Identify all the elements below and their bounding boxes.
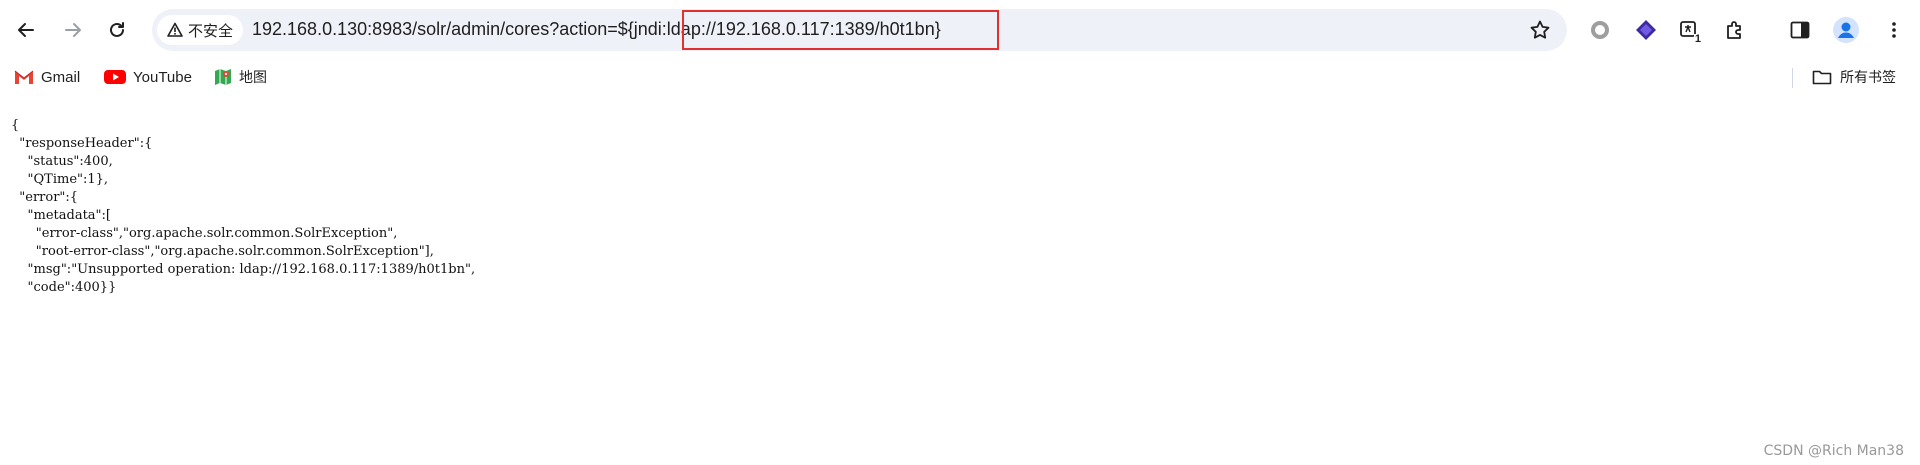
maps-icon bbox=[215, 69, 231, 85]
puzzle-extensions-icon bbox=[1727, 21, 1741, 39]
bookmark-label: YouTube bbox=[133, 68, 192, 86]
url-input[interactable]: 192.168.0.130:8983/solr/admin/cores?acti… bbox=[252, 19, 941, 40]
bookmark-star-icon bbox=[1530, 20, 1550, 39]
browser-menu-button[interactable] bbox=[1878, 14, 1910, 46]
browser-window: 不安全 192.168.0.130:8983/solr/admin/cores?… bbox=[0, 0, 1920, 465]
record-extension-button[interactable] bbox=[1584, 14, 1616, 46]
side-panel-button[interactable] bbox=[1784, 14, 1816, 46]
back-button[interactable] bbox=[8, 12, 44, 48]
security-label: 不安全 bbox=[188, 21, 234, 40]
profile-avatar-icon bbox=[1833, 17, 1859, 43]
profile-button[interactable] bbox=[1830, 14, 1862, 46]
bookmark-youtube[interactable]: YouTube bbox=[104, 66, 192, 88]
bookmark-maps[interactable]: 地图 bbox=[214, 66, 267, 88]
browser-toolbar: 不安全 192.168.0.130:8983/solr/admin/cores?… bbox=[0, 0, 1920, 60]
translate-extension-button[interactable]: 1 bbox=[1674, 14, 1706, 46]
reload-icon bbox=[110, 22, 124, 37]
reload-button[interactable] bbox=[99, 12, 135, 48]
forward-button[interactable] bbox=[55, 12, 91, 48]
bookmark-star-button[interactable] bbox=[1525, 15, 1555, 45]
bookmarks-separator bbox=[1792, 68, 1793, 88]
forward-arrow-icon bbox=[65, 23, 81, 37]
bookmarks-bar: Gmail YouTube 地图 所有书签 bbox=[0, 60, 1920, 94]
bookmark-gmail[interactable]: Gmail bbox=[14, 66, 80, 88]
all-bookmarks-label: 所有书签 bbox=[1840, 70, 1896, 86]
extension-badge: 1 bbox=[1693, 33, 1702, 45]
record-circle-icon bbox=[1591, 21, 1609, 39]
extensions-menu-button[interactable] bbox=[1719, 14, 1751, 46]
side-panel-icon bbox=[1790, 21, 1810, 39]
layers-extension-icon bbox=[1636, 20, 1656, 40]
site-security-chip[interactable]: 不安全 bbox=[157, 15, 244, 45]
warning-triangle-icon bbox=[167, 22, 183, 37]
kebab-menu-icon bbox=[1892, 22, 1896, 38]
page-content: { "responseHeader":{ "status":400, "QTim… bbox=[0, 94, 1920, 465]
json-response: { "responseHeader":{ "status":400, "QTim… bbox=[11, 118, 476, 295]
address-bar[interactable]: 不安全 192.168.0.130:8983/solr/admin/cores?… bbox=[152, 9, 1567, 51]
youtube-icon bbox=[104, 70, 126, 84]
folder-icon bbox=[1812, 70, 1832, 85]
layers-extension-button[interactable] bbox=[1630, 14, 1662, 46]
gmail-icon bbox=[14, 70, 34, 84]
bookmark-label: Gmail bbox=[41, 68, 81, 86]
bookmark-label: 地图 bbox=[239, 70, 267, 86]
all-bookmarks-folder[interactable]: 所有书签 bbox=[1812, 66, 1896, 88]
watermark: CSDN @Rich Man38 bbox=[1763, 443, 1904, 459]
back-arrow-icon bbox=[18, 23, 34, 37]
